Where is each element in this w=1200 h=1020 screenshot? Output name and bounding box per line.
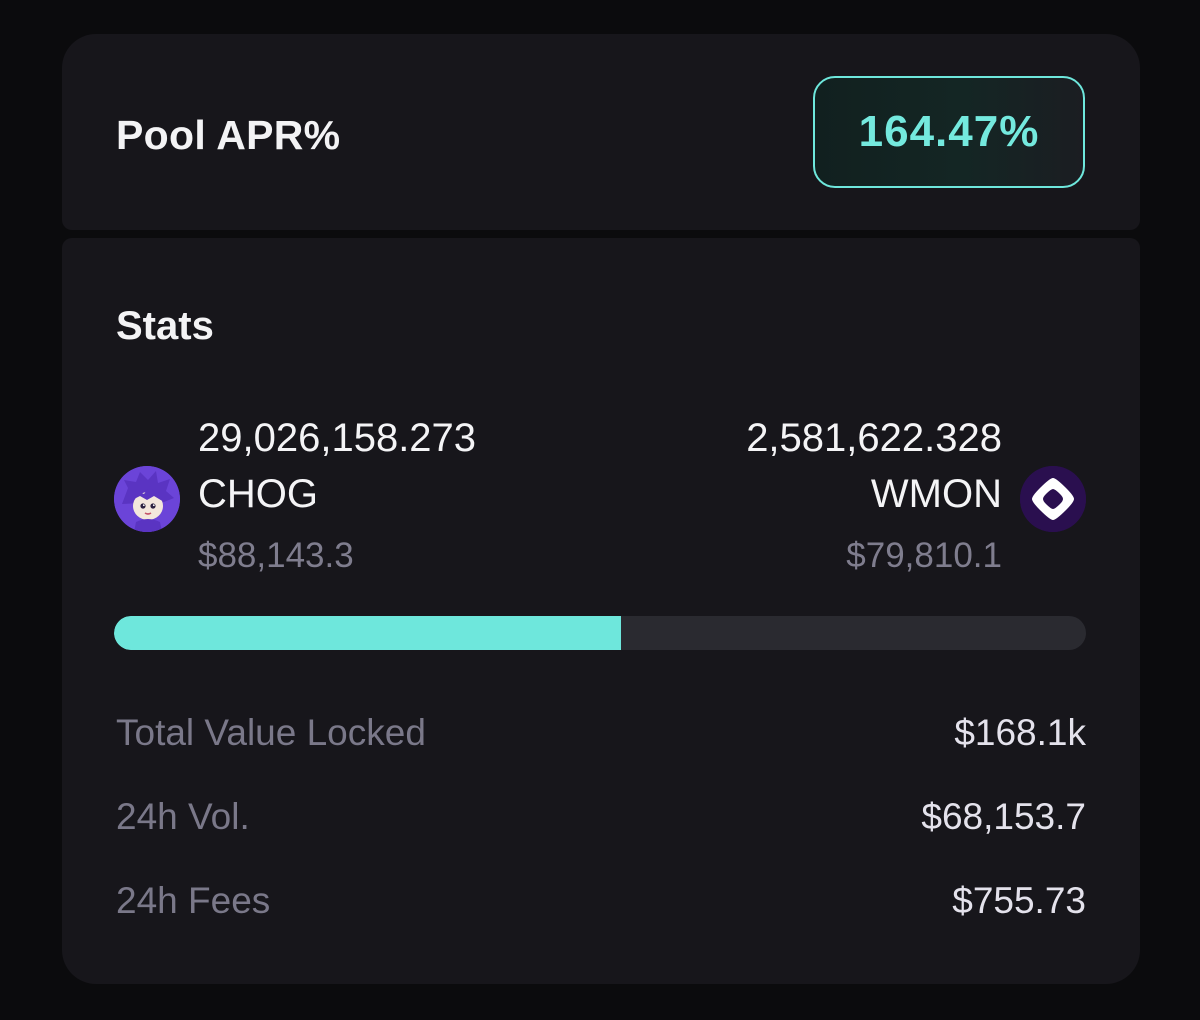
tvl-label: Total Value Locked — [116, 712, 426, 753]
tvl-value: $168.1k — [954, 712, 1086, 753]
stats-title: Stats — [116, 304, 214, 348]
fees-value: $755.73 — [952, 880, 1086, 921]
chog-usd-value: $88,143.3 — [198, 536, 354, 575]
apr-card: Pool APR% 164.47% — [62, 34, 1140, 230]
wmon-amount: 2,581,622.328 — [746, 416, 1002, 460]
stat-row-tvl: Total Value Locked $168.1k — [116, 708, 1086, 758]
chog-avatar-icon — [114, 466, 180, 532]
pool-apr-label: Pool APR% — [116, 112, 341, 158]
stat-row-fees: 24h Fees $755.73 — [116, 876, 1086, 926]
chog-symbol: CHOG — [198, 472, 318, 516]
pool-apr-badge: 164.47% — [813, 76, 1085, 188]
pool-ratio-bar-fill — [114, 616, 622, 650]
volume-value: $68,153.7 — [921, 796, 1086, 837]
volume-label: 24h Vol. — [116, 796, 250, 837]
app-frame: Pool APR% 164.47% Stats 29,026,158.273 C… — [0, 0, 1200, 1020]
fees-label: 24h Fees — [116, 880, 271, 921]
pool-ratio-bar — [114, 616, 1086, 650]
monad-diamond-icon — [1020, 466, 1086, 532]
stat-row-volume: 24h Vol. $68,153.7 — [116, 792, 1086, 842]
wmon-usd-value: $79,810.1 — [846, 536, 1002, 575]
chog-amount: 29,026,158.273 — [198, 416, 477, 460]
wmon-symbol: WMON — [870, 472, 1002, 516]
stats-card: Stats 29,026,158.273 CHOG $88,143.3 2,58… — [62, 238, 1140, 984]
